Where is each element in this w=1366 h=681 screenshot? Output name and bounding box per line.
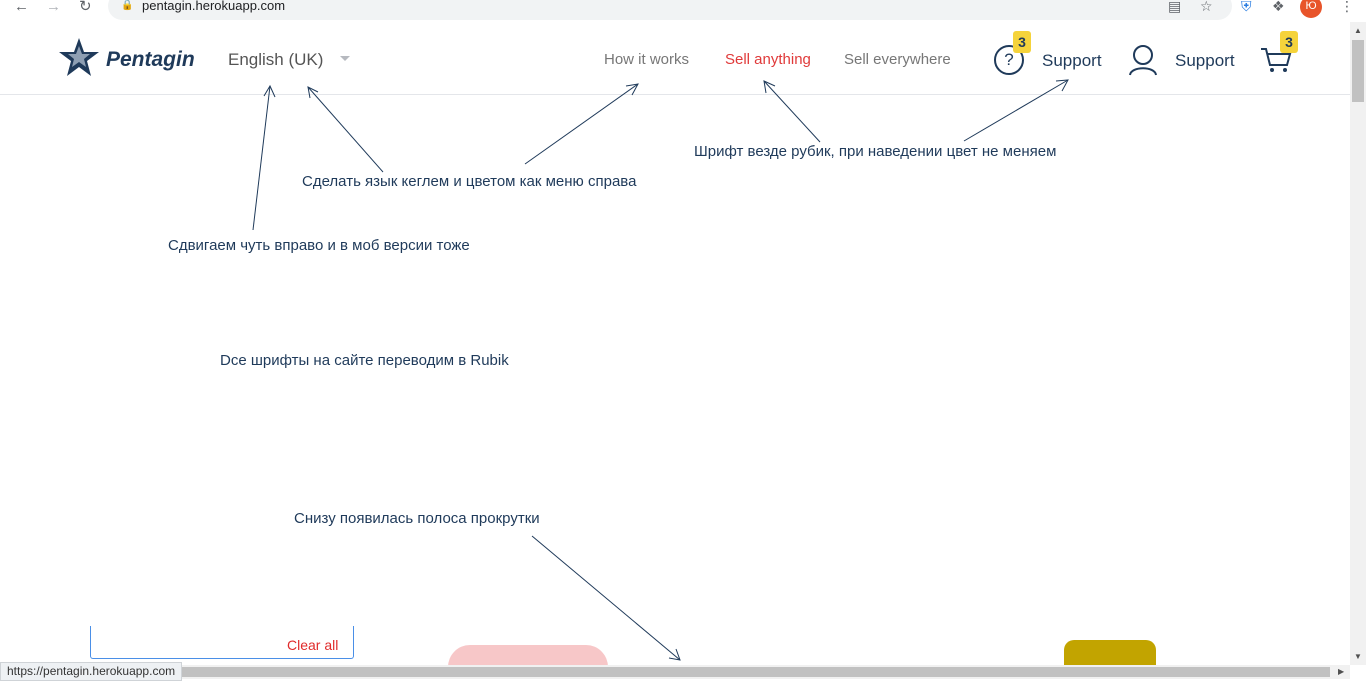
annotation-shift-right: Сдвигаем чуть вправо и в моб версии тоже bbox=[168, 237, 470, 254]
vertical-scrollbar-thumb[interactable] bbox=[1352, 40, 1364, 102]
annotation-all-fonts-rubik: Dсе шрифты на сайте переводим в Rubik bbox=[220, 352, 509, 369]
annotation-font-rubik-hover: Шрифт везде рубик, при наведении цвет не… bbox=[694, 143, 1057, 160]
annotation-scrollbar-appeared: Снизу появилась полоса прокрутки bbox=[294, 510, 540, 527]
horizontal-scrollbar-thumb[interactable] bbox=[180, 667, 1330, 677]
clear-all-link[interactable]: Clear all bbox=[287, 637, 338, 653]
annotation-arrows bbox=[252, 79, 1069, 661]
annotation-language-size-color: Сделать язык кеглем и цветом как меню сп… bbox=[302, 173, 637, 190]
product-image-bag[interactable] bbox=[1064, 640, 1156, 666]
scroll-up-arrow-icon[interactable]: ▲ bbox=[1354, 26, 1362, 35]
status-bar-url: https://pentagin.herokuapp.com bbox=[0, 662, 183, 681]
product-image-tshirt[interactable] bbox=[448, 645, 608, 667]
scroll-right-arrow-icon[interactable]: ▶ bbox=[1338, 667, 1344, 676]
vertical-scrollbar[interactable] bbox=[1350, 22, 1366, 665]
scroll-down-arrow-icon[interactable]: ▼ bbox=[1354, 652, 1362, 661]
